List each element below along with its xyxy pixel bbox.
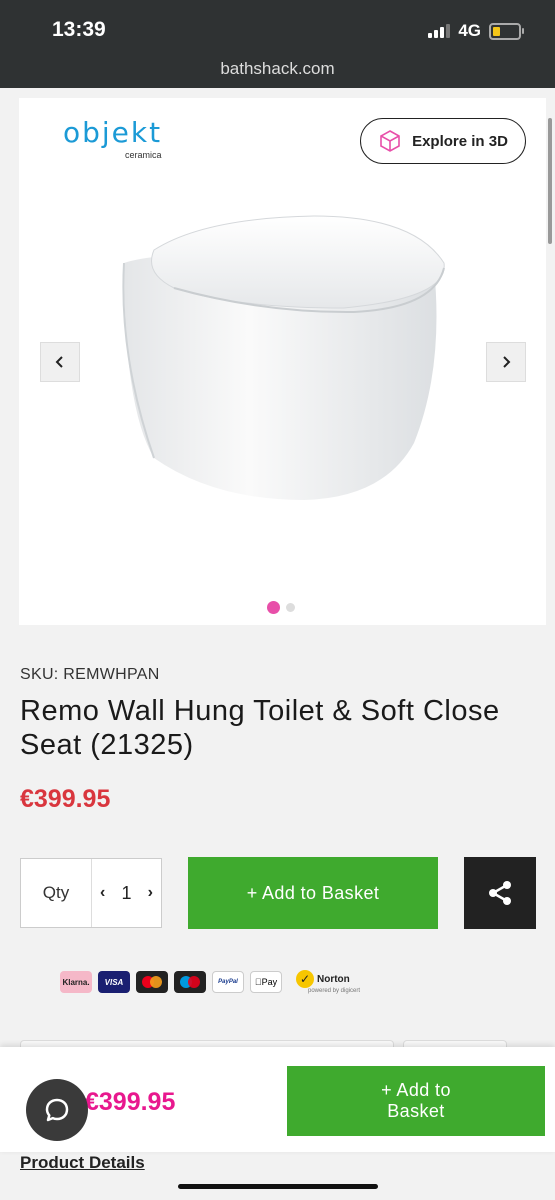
gallery-dot-active[interactable] [267, 601, 280, 614]
payment-methods: Klarna. VISA PayPal Pay ✓ Norton powere… [60, 970, 360, 994]
product-sku: SKU: REMWHPAN [20, 666, 160, 683]
chat-bubble-icon [45, 1098, 69, 1122]
browser-top-bar: 13:39 4G bathshack.com [0, 0, 555, 88]
qty-decrease-icon[interactable]: ‹ [100, 884, 105, 902]
signal-icon [428, 24, 451, 38]
share-icon [489, 881, 511, 905]
add-to-basket-button[interactable]: + Add to Basket [188, 857, 438, 929]
chat-button[interactable] [26, 1079, 88, 1141]
gallery-prev-button[interactable] [40, 342, 80, 382]
battery-icon [489, 22, 524, 40]
quantity-stepper: Qty ‹ 1 › [20, 858, 162, 928]
url-bar[interactable]: bathshack.com [0, 59, 555, 79]
qty-increase-icon[interactable]: › [148, 884, 153, 902]
scrollbar[interactable] [548, 118, 552, 244]
explore-3d-button[interactable]: Explore in 3D [360, 118, 526, 164]
home-indicator [178, 1184, 378, 1189]
product-gallery[interactable]: objekt ceramica Explore in 3D [19, 98, 546, 625]
gallery-pagination [267, 601, 295, 614]
chevron-right-icon [503, 356, 511, 368]
paypal-icon: PayPal [212, 971, 244, 993]
sticky-add-to-basket-button[interactable]: + Add to Basket [287, 1066, 545, 1136]
visa-icon: VISA [98, 971, 130, 993]
gallery-dot[interactable] [286, 603, 295, 612]
klarna-icon: Klarna. [60, 971, 92, 993]
product-price: €399.95 [20, 785, 111, 813]
status-time: 13:39 [52, 18, 106, 41]
maestro-icon [174, 971, 206, 993]
gallery-next-button[interactable] [486, 342, 526, 382]
qty-label: Qty [21, 859, 92, 927]
cube-icon [380, 130, 400, 152]
mastercard-icon [136, 971, 168, 993]
product-title: Remo Wall Hung Toilet & Soft Close Seat … [20, 695, 500, 761]
qty-value[interactable]: 1 [121, 883, 131, 904]
checkmark-icon: ✓ [296, 970, 314, 988]
product-image[interactable] [114, 208, 454, 508]
product-details-link[interactable]: Product Details [20, 1153, 145, 1173]
explore-3d-label: Explore in 3D [412, 132, 508, 150]
norton-badge: ✓ Norton powered by digicert [296, 970, 360, 994]
brand-logo: objekt ceramica [63, 116, 163, 160]
status-indicators: 4G [428, 21, 524, 41]
share-button[interactable] [464, 857, 536, 929]
network-type: 4G [458, 21, 481, 40]
chevron-left-icon [55, 356, 63, 368]
sticky-price: €399.95 [85, 1088, 176, 1116]
apple-pay-icon: Pay [250, 971, 282, 993]
